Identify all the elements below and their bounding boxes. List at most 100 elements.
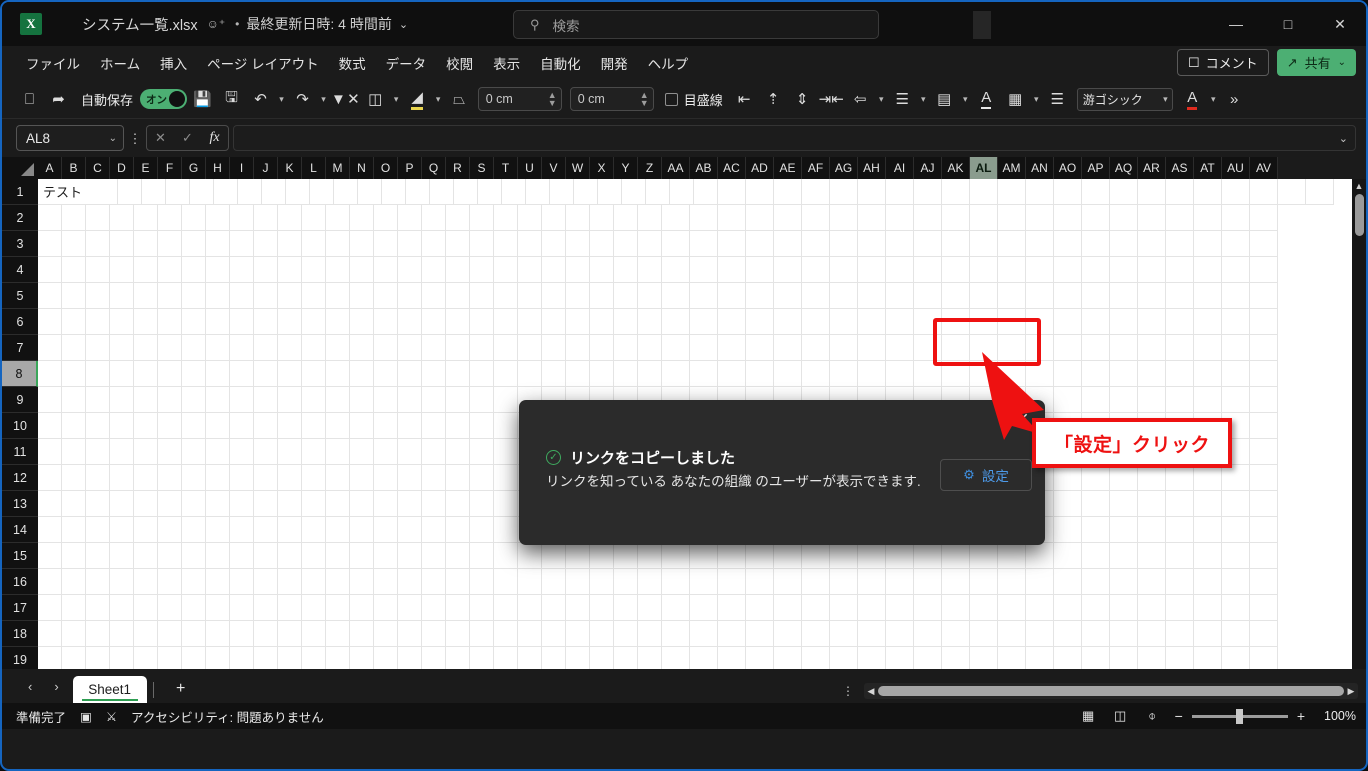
select-all-corner[interactable] (2, 157, 38, 179)
cell-X6[interactable] (590, 309, 614, 335)
cell-S18[interactable] (470, 621, 494, 647)
cell-AL3[interactable] (970, 231, 998, 257)
cell-AD4[interactable] (746, 257, 774, 283)
cell-M14[interactable] (326, 517, 350, 543)
cell-X16[interactable] (590, 569, 614, 595)
minimize-button[interactable]: — (1210, 2, 1262, 46)
row-header-17[interactable]: 17 (2, 595, 38, 621)
cell-Z18[interactable] (638, 621, 662, 647)
cell-S15[interactable] (470, 543, 494, 569)
cell-AJ16[interactable] (914, 569, 942, 595)
cell-AO1[interactable] (1110, 179, 1138, 205)
cell-AT18[interactable] (1194, 621, 1222, 647)
cell-AS12[interactable] (1166, 465, 1194, 491)
column-header-aa[interactable]: AA (662, 157, 690, 179)
cell-J6[interactable] (254, 309, 278, 335)
cell-A10[interactable] (38, 413, 62, 439)
cell-AM1[interactable] (1054, 179, 1082, 205)
cell-AR17[interactable] (1138, 595, 1166, 621)
cell-H8[interactable] (206, 361, 230, 387)
column-header-ac[interactable]: AC (718, 157, 746, 179)
cell-G11[interactable] (182, 439, 206, 465)
cell-Q14[interactable] (422, 517, 446, 543)
cell-S17[interactable] (470, 595, 494, 621)
gridline-checkbox[interactable] (664, 92, 678, 106)
cell-AP12[interactable] (1082, 465, 1110, 491)
cell-AQ3[interactable] (1110, 231, 1138, 257)
cell-C19[interactable] (86, 647, 110, 669)
cell-AD3[interactable] (746, 231, 774, 257)
cell-AV4[interactable] (1250, 257, 1278, 283)
cell-AG3[interactable] (830, 231, 858, 257)
cell-AH5[interactable] (858, 283, 886, 309)
cell-C15[interactable] (86, 543, 110, 569)
cell-S4[interactable] (470, 257, 494, 283)
cell-AI8[interactable] (886, 361, 914, 387)
row-header-9[interactable]: 9 (2, 387, 38, 413)
cell-W6[interactable] (566, 309, 590, 335)
column-header-am[interactable]: AM (998, 157, 1026, 179)
column-header-ak[interactable]: AK (942, 157, 970, 179)
cell-Q2[interactable] (422, 205, 446, 231)
cell-I2[interactable] (230, 205, 254, 231)
zoom-slider[interactable] (1191, 708, 1288, 724)
cell-AC6[interactable] (718, 309, 746, 335)
align-top-icon[interactable]: ⇡ (760, 85, 787, 113)
column-header-i[interactable]: I (230, 157, 254, 179)
column-header-x[interactable]: X (590, 157, 614, 179)
cell-C12[interactable] (86, 465, 110, 491)
cell-AH7[interactable] (858, 335, 886, 361)
cell-J16[interactable] (254, 569, 278, 595)
cell-AC7[interactable] (718, 335, 746, 361)
cell-E5[interactable] (134, 283, 158, 309)
cell-AG6[interactable] (830, 309, 858, 335)
cell-AO18[interactable] (1054, 621, 1082, 647)
cell-T7[interactable] (494, 335, 518, 361)
cell-O1[interactable] (430, 179, 454, 205)
cell-X18[interactable] (590, 621, 614, 647)
cell-AO14[interactable] (1054, 517, 1082, 543)
cell-AA3[interactable] (662, 231, 690, 257)
cell-X7[interactable] (590, 335, 614, 361)
cell-AD8[interactable] (746, 361, 774, 387)
cell-E15[interactable] (134, 543, 158, 569)
cell-AL18[interactable] (970, 621, 998, 647)
cell-N9[interactable] (350, 387, 374, 413)
cell-W17[interactable] (566, 595, 590, 621)
cell-B3[interactable] (62, 231, 86, 257)
cell-I18[interactable] (230, 621, 254, 647)
cell-B15[interactable] (62, 543, 86, 569)
cell-A1[interactable]: テスト (38, 179, 118, 205)
cell-AP17[interactable] (1082, 595, 1110, 621)
cell-R15[interactable] (446, 543, 470, 569)
cell-AE2[interactable] (774, 205, 802, 231)
cell-L1[interactable] (358, 179, 382, 205)
cell-A16[interactable] (38, 569, 62, 595)
row-header-4[interactable]: 4 (2, 257, 38, 283)
cell-L13[interactable] (302, 491, 326, 517)
scroll-right-arrow-icon[interactable]: ▶ (1344, 686, 1358, 697)
cell-E7[interactable] (134, 335, 158, 361)
close-button[interactable]: ✕ (1314, 2, 1366, 46)
cell-AP4[interactable] (1082, 257, 1110, 283)
cell-G17[interactable] (182, 595, 206, 621)
cell-D13[interactable] (110, 491, 134, 517)
cell-U6[interactable] (518, 309, 542, 335)
chevron-down-icon[interactable]: ▾ (960, 94, 971, 105)
macro-record-icon[interactable]: ▣ (80, 709, 92, 724)
cell-AA4[interactable] (662, 257, 690, 283)
cell-AJ15[interactable] (914, 543, 942, 569)
cell-AL15[interactable] (970, 543, 998, 569)
cell-N10[interactable] (350, 413, 374, 439)
cell-Y2[interactable] (614, 205, 638, 231)
column-header-b[interactable]: B (62, 157, 86, 179)
cell-AM3[interactable] (998, 231, 1026, 257)
cell-AG17[interactable] (830, 595, 858, 621)
cell-E4[interactable] (134, 257, 158, 283)
cell-AU18[interactable] (1222, 621, 1250, 647)
cell-AL2[interactable] (970, 205, 998, 231)
cell-AV10[interactable] (1250, 413, 1278, 439)
cell-AH17[interactable] (858, 595, 886, 621)
cell-T10[interactable] (494, 413, 518, 439)
cell-Z1[interactable] (694, 179, 718, 205)
